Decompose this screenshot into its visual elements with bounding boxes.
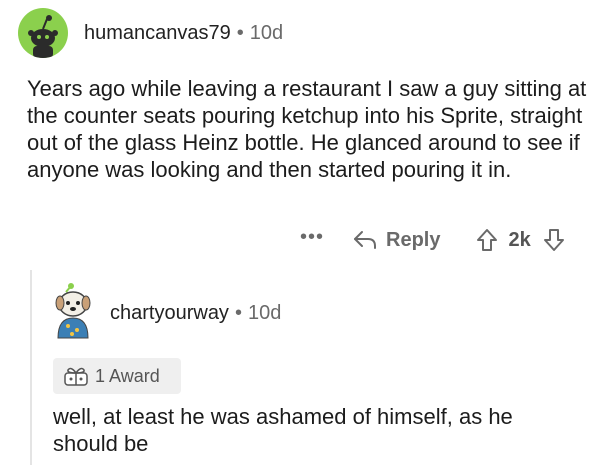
- comment-body: well, at least he was ashamed of himself…: [53, 404, 513, 456]
- reply-arrow-icon: [354, 231, 377, 249]
- separator-dot: •: [234, 302, 242, 324]
- user-avatar[interactable]: [18, 8, 68, 58]
- comment-author: humancanvas79 • 10d: [84, 22, 283, 45]
- downvote-arrow-icon[interactable]: [543, 228, 565, 252]
- vote-controls: 2k: [476, 228, 564, 252]
- snoo-avatar-icon: [28, 15, 58, 58]
- comment-age: 10d: [249, 22, 284, 44]
- dog-avatar-icon: [55, 283, 91, 339]
- upvote-arrow-icon[interactable]: [476, 228, 498, 252]
- separator-dot: •: [236, 22, 244, 44]
- reply-label: Reply: [386, 228, 441, 251]
- comment-actions: ••• Reply 2k: [300, 224, 565, 256]
- award-label: 1 Award: [95, 365, 160, 386]
- comment-author: chartyourway • 10d: [110, 302, 281, 325]
- reply-button[interactable]: Reply: [352, 229, 440, 252]
- comment-age: 10d: [247, 302, 282, 324]
- comment-body: Years ago while leaving a restaurant I s…: [27, 76, 587, 182]
- username-link[interactable]: humancanvas79: [84, 22, 231, 44]
- award-icon: [64, 367, 88, 386]
- vote-count: 2k: [508, 228, 531, 251]
- thread-line[interactable]: [30, 270, 32, 465]
- username-link[interactable]: chartyourway: [110, 302, 229, 324]
- more-options-button[interactable]: •••: [300, 226, 324, 249]
- user-avatar[interactable]: [44, 282, 102, 340]
- award-badge[interactable]: 1 Award: [53, 358, 181, 394]
